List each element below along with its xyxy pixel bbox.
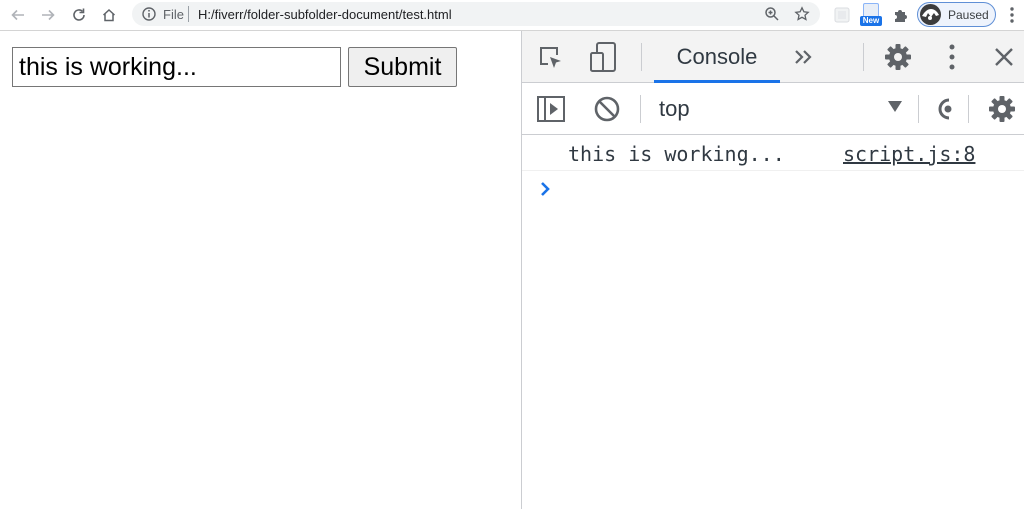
avatar <box>920 4 941 25</box>
close-devtools-button[interactable] <box>990 43 1018 71</box>
sidebar-toggle-icon <box>537 96 565 122</box>
url-scheme: File <box>163 7 184 22</box>
tab-console-label: Console <box>676 44 758 69</box>
vertical-dots-icon <box>949 44 955 70</box>
home-button[interactable] <box>98 4 120 26</box>
home-icon <box>102 8 116 22</box>
clear-console-icon <box>594 96 620 122</box>
back-button[interactable] <box>7 4 29 26</box>
more-tabs-icon <box>795 50 812 64</box>
menu-dots-icon[interactable] <box>1005 5 1019 25</box>
sidebar-toggle-button[interactable] <box>536 95 566 123</box>
star-icon[interactable] <box>794 6 810 22</box>
console-toolbar: top <box>522 83 1024 135</box>
profile-paused-button[interactable]: Paused <box>917 2 996 27</box>
text-input[interactable] <box>12 47 341 87</box>
eye-icon <box>938 98 952 120</box>
live-expression-button[interactable] <box>934 97 956 121</box>
inspect-button[interactable] <box>536 43 566 73</box>
puzzle-icon[interactable] <box>891 5 911 25</box>
execution-context-select[interactable]: top <box>659 96 690 122</box>
customize-menu-button[interactable] <box>942 41 962 73</box>
forward-button[interactable] <box>37 4 59 26</box>
reload-button[interactable] <box>68 4 90 26</box>
log-source-link[interactable]: script.js:8 <box>843 142 975 166</box>
tab-console[interactable]: Console <box>654 31 780 83</box>
submit-button[interactable]: Submit <box>348 47 457 87</box>
extension-new-badge[interactable]: New <box>860 3 882 27</box>
page-viewport: Submit <box>0 31 521 509</box>
toolbar-divider <box>968 95 969 123</box>
info-icon[interactable] <box>141 6 157 22</box>
close-icon <box>995 48 1013 66</box>
settings-icon <box>989 96 1015 122</box>
toolbar-divider <box>641 43 642 71</box>
console-settings-button[interactable] <box>986 93 1018 125</box>
more-tabs-button[interactable] <box>791 45 817 69</box>
toolbar-divider <box>640 95 641 123</box>
forward-icon <box>42 9 55 21</box>
toolbar-divider <box>918 95 919 123</box>
url-text[interactable]: H:/fiverr/folder-subfolder-document/test… <box>198 7 452 22</box>
inspect-icon <box>540 47 561 68</box>
profile-status: Paused <box>948 8 989 22</box>
extension-icon[interactable] <box>832 5 852 25</box>
chevron-down-icon[interactable] <box>888 101 902 112</box>
console-log-entry: this is working... script.js:8 <box>522 135 1024 171</box>
address-bar[interactable]: File H:/fiverr/folder-subfolder-document… <box>132 2 820 26</box>
settings-button[interactable] <box>882 41 914 73</box>
clear-console-button[interactable] <box>592 94 622 124</box>
reload-icon <box>73 8 85 21</box>
new-badge-label: New <box>860 16 882 26</box>
zoom-icon[interactable] <box>764 6 780 22</box>
settings-icon <box>885 44 911 70</box>
devtools-panel: Console top this is working... script.js… <box>521 31 1024 509</box>
devtools-tab-bar: Console <box>522 31 1024 83</box>
log-message: this is working... <box>568 142 785 166</box>
back-icon <box>11 9 24 21</box>
device-toolbar-button[interactable] <box>588 41 620 73</box>
browser-toolbar: File H:/fiverr/folder-subfolder-document… <box>0 0 1024 31</box>
prompt-chevron-icon[interactable] <box>539 179 553 199</box>
url-separator <box>188 6 189 22</box>
toolbar-divider <box>863 43 864 71</box>
device-toolbar-icon <box>590 42 616 72</box>
